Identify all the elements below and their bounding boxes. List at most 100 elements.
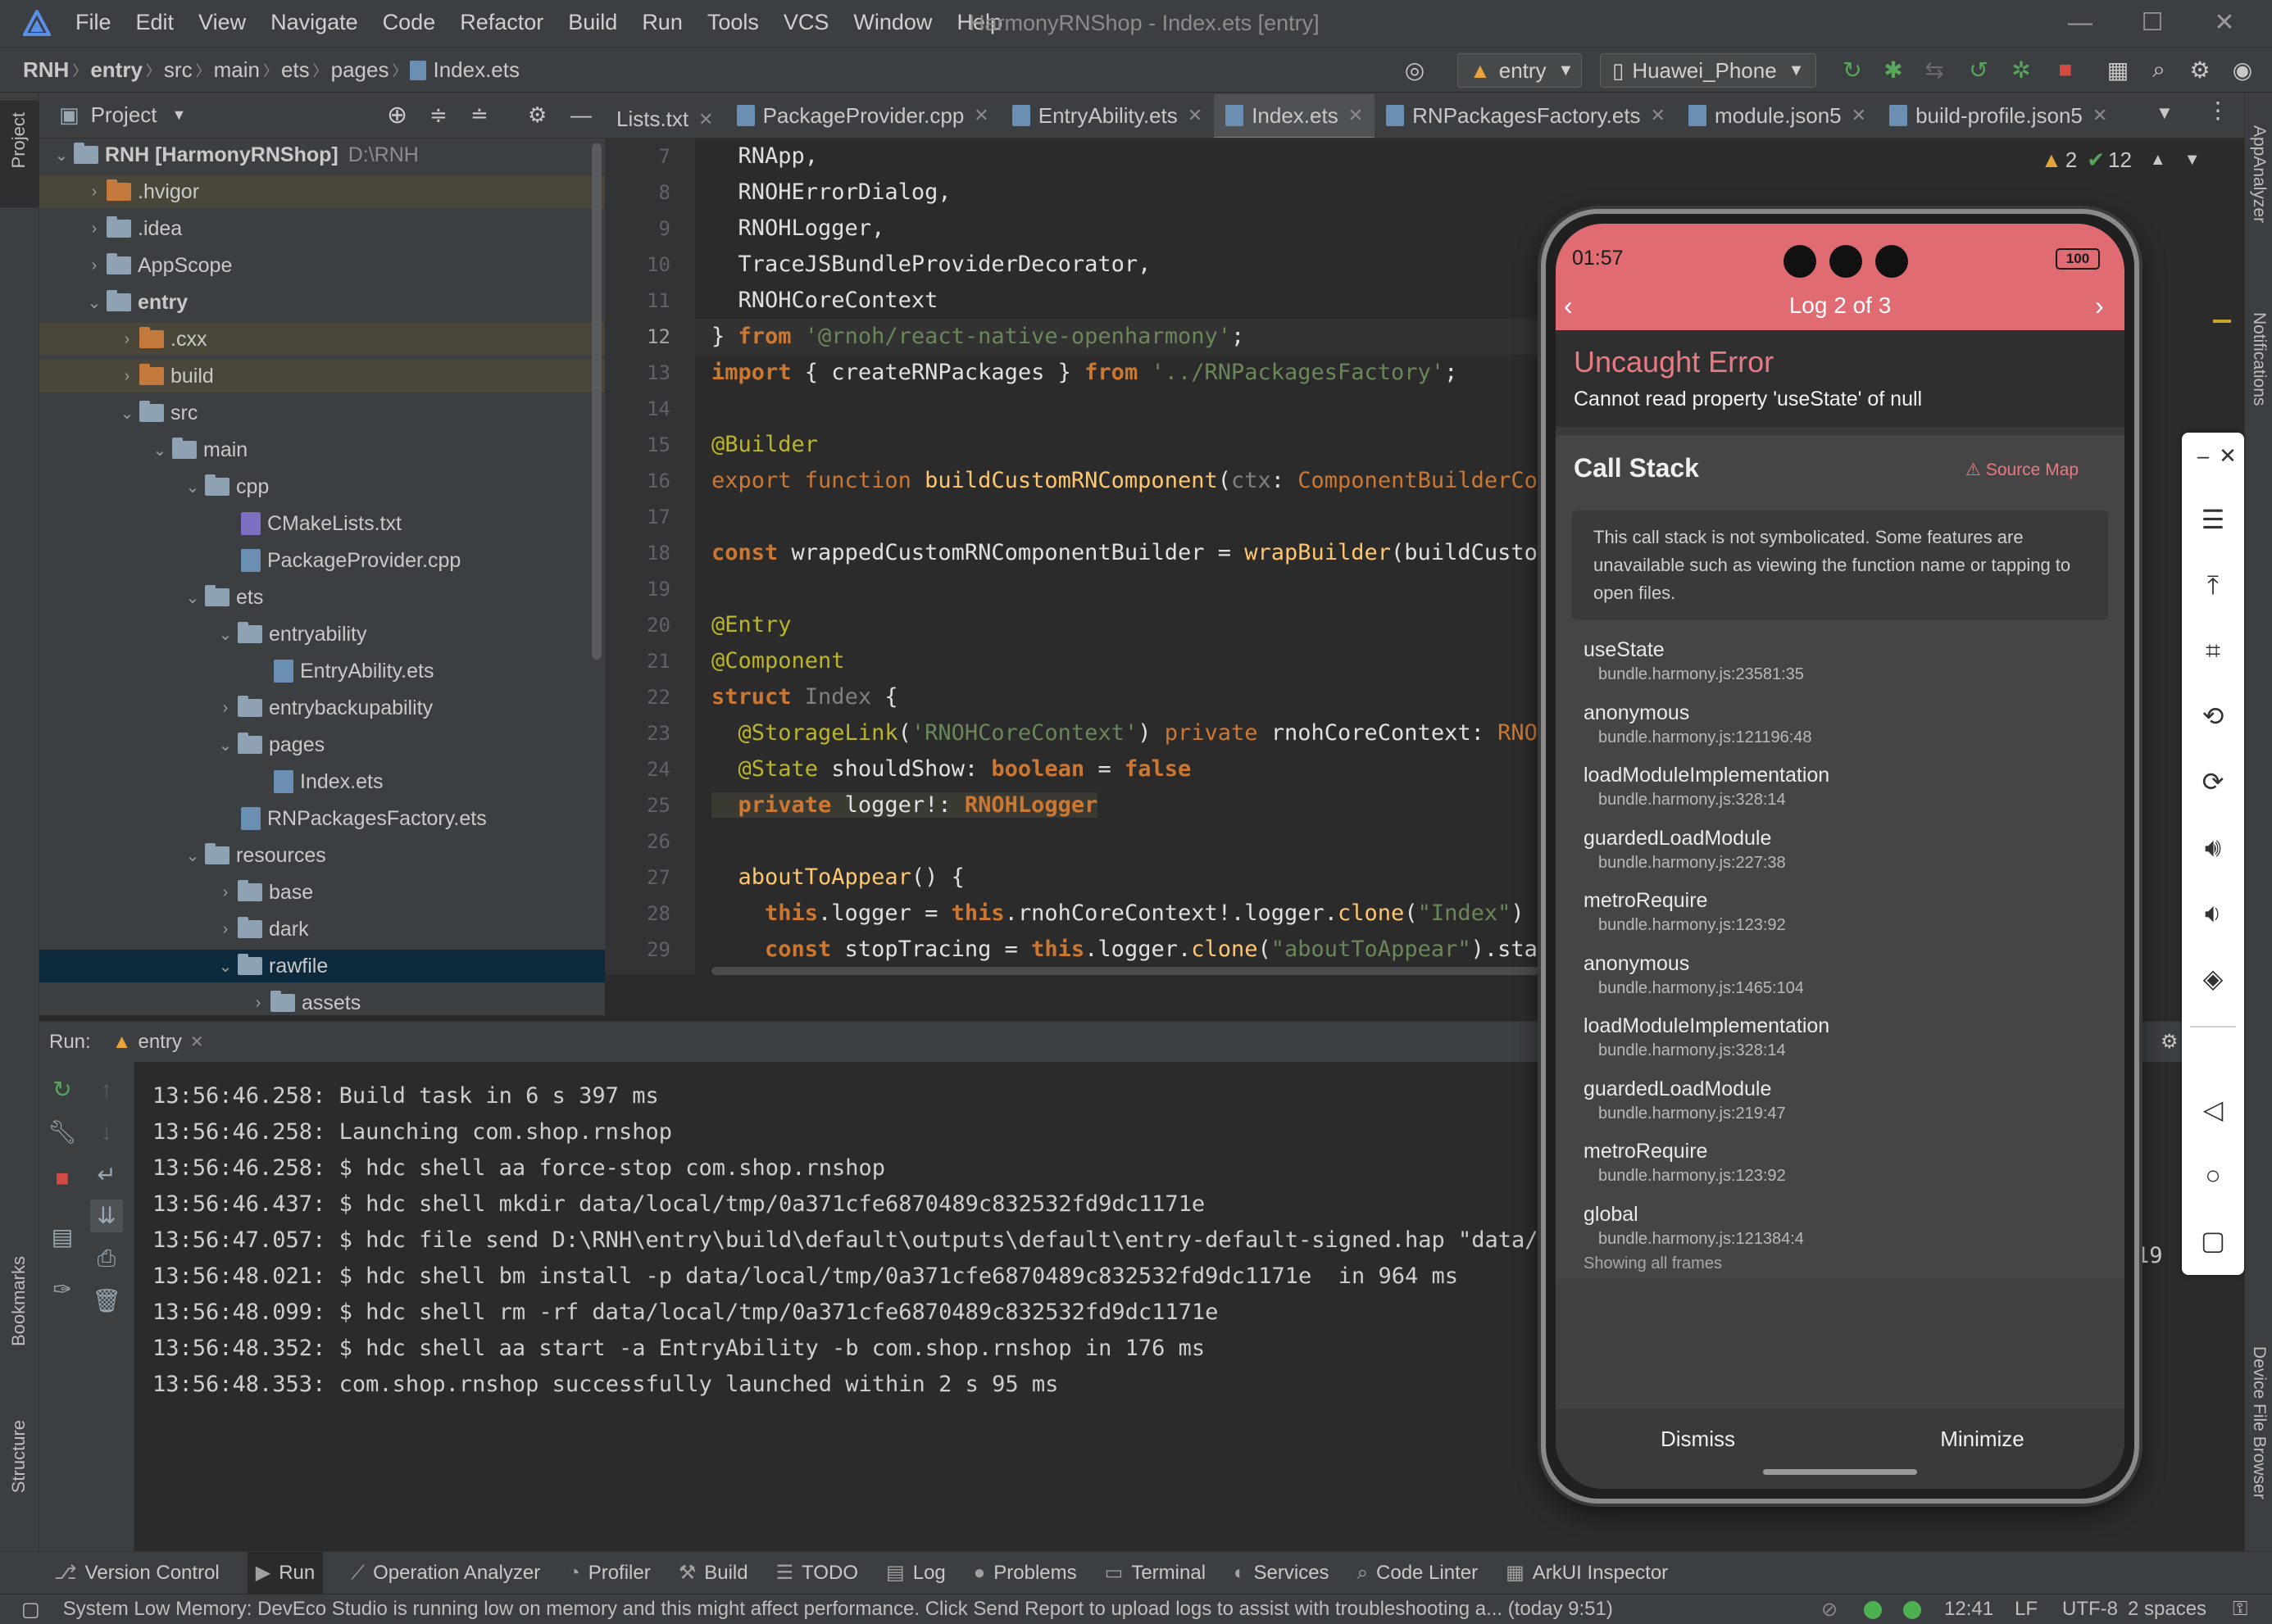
close-icon[interactable]: ✕ bbox=[190, 1032, 204, 1052]
stack-frame[interactable]: anonymous bundle.harmony.js:1465:104 bbox=[1584, 952, 1804, 998]
chevron-right-icon[interactable]: › bbox=[118, 330, 136, 349]
minimize-button[interactable]: Minimize bbox=[1840, 1427, 2124, 1452]
code-line[interactable]: RNOHErrorDialog, bbox=[695, 175, 1543, 211]
call-stack-area[interactable]: Call Stack ⚠ Source Map This call stack … bbox=[1556, 435, 2124, 1279]
warning-marker[interactable] bbox=[2213, 320, 2231, 323]
attach-debugger-icon[interactable]: ⇆ bbox=[1918, 53, 1951, 86]
power-save-icon[interactable]: ⊘ bbox=[1821, 1598, 1838, 1622]
chevron-down-icon[interactable]: ⌄ bbox=[85, 293, 103, 313]
account-icon[interactable]: ◉ bbox=[2226, 53, 2259, 86]
tool-window-button[interactable]: ◐ Services bbox=[1234, 1562, 1329, 1585]
stop-icon[interactable]: ■ bbox=[46, 1162, 79, 1195]
menu-build[interactable]: Build bbox=[568, 10, 617, 35]
editor-tab[interactable]: EntryAbility.ets ✕ bbox=[1001, 93, 1214, 138]
rerun-icon[interactable]: ↻ bbox=[1836, 53, 1869, 86]
chevron-right-icon[interactable]: › bbox=[216, 920, 234, 939]
recents-icon[interactable]: ▢ bbox=[2197, 1224, 2229, 1257]
tree-item[interactable]: ⌄ RNH [HarmonyRNShop] D:\RNH bbox=[39, 138, 605, 171]
tree-item[interactable]: ⌄ resources bbox=[39, 839, 605, 872]
chevron-down-icon[interactable]: ⌄ bbox=[151, 440, 169, 460]
menu-file[interactable]: File bbox=[75, 10, 111, 35]
code-line[interactable]: RNApp, bbox=[695, 138, 1543, 175]
menu-navigate[interactable]: Navigate bbox=[270, 10, 358, 35]
apply-changes-icon[interactable]: ↺ bbox=[1962, 53, 1995, 86]
code-line[interactable]: aboutToAppear() { bbox=[695, 860, 1543, 896]
maximize-window-button[interactable]: ☐ bbox=[2128, 5, 2177, 41]
tree-item[interactable]: Index.ets bbox=[39, 765, 605, 798]
pin-top-icon[interactable]: ⤒ bbox=[2197, 569, 2229, 601]
code-line[interactable] bbox=[695, 823, 1543, 860]
collapse-all-icon[interactable]: ≐ bbox=[470, 102, 488, 128]
menu-run[interactable]: Run bbox=[642, 10, 683, 35]
profile-icon[interactable]: ✲ bbox=[2005, 53, 2038, 86]
chevron-down-icon[interactable]: ▼ bbox=[172, 107, 187, 124]
rotate-icon[interactable]: ⟲ bbox=[2197, 700, 2229, 733]
code-line[interactable]: @Builder bbox=[695, 427, 1543, 463]
tree-item[interactable]: › build bbox=[39, 360, 605, 392]
breadcrumb-item[interactable]: entry bbox=[90, 57, 143, 83]
tree-item[interactable]: ⌄ entry bbox=[39, 286, 605, 319]
tree-item[interactable]: ⌄ main bbox=[39, 433, 605, 466]
code-line[interactable]: TraceJSBundleProviderDecorator, bbox=[695, 247, 1543, 283]
gear-icon[interactable]: ⚙ bbox=[528, 102, 547, 128]
line-separator[interactable]: LF bbox=[2015, 1598, 2038, 1621]
tree-item[interactable]: › .cxx bbox=[39, 323, 605, 356]
locate-icon[interactable]: ⊕ bbox=[387, 101, 407, 129]
stack-frame[interactable]: loadModuleImplementation bundle.harmony.j… bbox=[1584, 1014, 1829, 1060]
code-line[interactable]: @Entry bbox=[695, 607, 1543, 643]
code-line[interactable]: @State shouldShow: boolean = false bbox=[695, 751, 1543, 787]
source-map-link[interactable]: ⚠ Source Map bbox=[1965, 460, 2079, 480]
editor-tab[interactable]: module.json5 ✕ bbox=[1677, 93, 1878, 138]
tree-item[interactable]: › AppScope bbox=[39, 249, 605, 282]
chevron-down-icon[interactable]: ⌄ bbox=[118, 403, 136, 424]
tool-window-button[interactable]: ⌕ Code Linter bbox=[1357, 1562, 1479, 1585]
expand-all-icon[interactable]: ≑ bbox=[429, 102, 448, 128]
down-arrow-icon[interactable]: ↓ bbox=[90, 1116, 123, 1149]
project-tool-tab[interactable]: Project bbox=[0, 101, 39, 207]
code-line[interactable] bbox=[695, 571, 1543, 607]
editor-tab[interactable]: build-profile.json5 ✕ bbox=[1878, 93, 2119, 138]
tool-window-button[interactable]: ☰ TODO bbox=[776, 1561, 858, 1585]
stop-icon[interactable]: ■ bbox=[2049, 53, 2082, 86]
run-config-select[interactable]: ▲ entry ▼ bbox=[1457, 53, 1582, 88]
stack-frame[interactable]: loadModuleImplementation bundle.harmony.j… bbox=[1584, 764, 1829, 810]
tool-window-button[interactable]: ⎇ Version Control bbox=[54, 1561, 220, 1585]
editor-tab[interactable]: PackageProvider.cpp ✕ bbox=[725, 93, 1001, 138]
chevron-down-icon[interactable]: ⌄ bbox=[184, 477, 202, 497]
next-highlight-icon[interactable]: ▼ bbox=[2184, 151, 2201, 170]
close-window-button[interactable]: ✕ bbox=[2200, 5, 2249, 41]
chevron-right-icon[interactable]: › bbox=[216, 699, 234, 718]
trash-icon[interactable]: 🗑︎ bbox=[90, 1285, 123, 1318]
menu-vcs[interactable]: VCS bbox=[784, 10, 829, 35]
breadcrumb-item[interactable]: pages bbox=[331, 57, 389, 83]
hide-panel-icon[interactable]: — bbox=[570, 102, 592, 128]
soft-wrap-icon[interactable]: ↵ bbox=[90, 1159, 123, 1191]
menu-tools[interactable]: Tools bbox=[707, 10, 759, 35]
indent-setting[interactable]: 2 spaces bbox=[2128, 1598, 2206, 1621]
tree-item[interactable]: ⌄ rawfile bbox=[39, 950, 605, 982]
chevron-right-icon[interactable]: › bbox=[216, 883, 234, 902]
code-line[interactable]: RNOHCoreContext bbox=[695, 283, 1543, 319]
debug-icon[interactable]: ✱ bbox=[1877, 53, 1910, 86]
settings-gear-icon[interactable]: ⚙ bbox=[2183, 53, 2216, 86]
chevron-down-icon[interactable]: ⌄ bbox=[216, 956, 234, 977]
chevron-right-icon[interactable]: › bbox=[85, 256, 103, 275]
phone-screen[interactable]: 01:57 100 ‹ Log 2 of 3 › Uncaught Error … bbox=[1556, 224, 2124, 1489]
inspection-widget[interactable]: ▲ 2 ✔ 12 ▲ ▼ bbox=[2041, 147, 2201, 173]
code-line[interactable] bbox=[695, 499, 1543, 535]
minimize-window-button[interactable]: — bbox=[2056, 5, 2105, 41]
device-manager-icon[interactable]: ▦ bbox=[2102, 53, 2134, 86]
layout-icon[interactable]: ▤ bbox=[46, 1221, 79, 1254]
code-line[interactable]: private logger!: RNOHLogger bbox=[695, 787, 1543, 823]
scroll-to-end-icon[interactable]: ⇊ bbox=[90, 1200, 123, 1232]
close-tab-icon[interactable]: ✕ bbox=[1651, 105, 1665, 126]
menu-refactor[interactable]: Refactor bbox=[460, 10, 543, 35]
breadcrumb-item[interactable]: src bbox=[164, 57, 193, 83]
breadcrumb-item[interactable]: RNH bbox=[23, 57, 69, 83]
stack-frame[interactable]: guardedLoadModule bundle.harmony.js:227:3… bbox=[1584, 827, 1786, 873]
breadcrumb-item[interactable]: Index.ets bbox=[433, 57, 520, 83]
code-line[interactable]: RNOHLogger, bbox=[695, 211, 1543, 247]
device-file-browser-tab[interactable]: Device File Browser bbox=[2245, 1330, 2272, 1551]
target-icon[interactable]: ◎ bbox=[1398, 53, 1431, 86]
search-icon[interactable]: ⌕ bbox=[2142, 53, 2175, 86]
